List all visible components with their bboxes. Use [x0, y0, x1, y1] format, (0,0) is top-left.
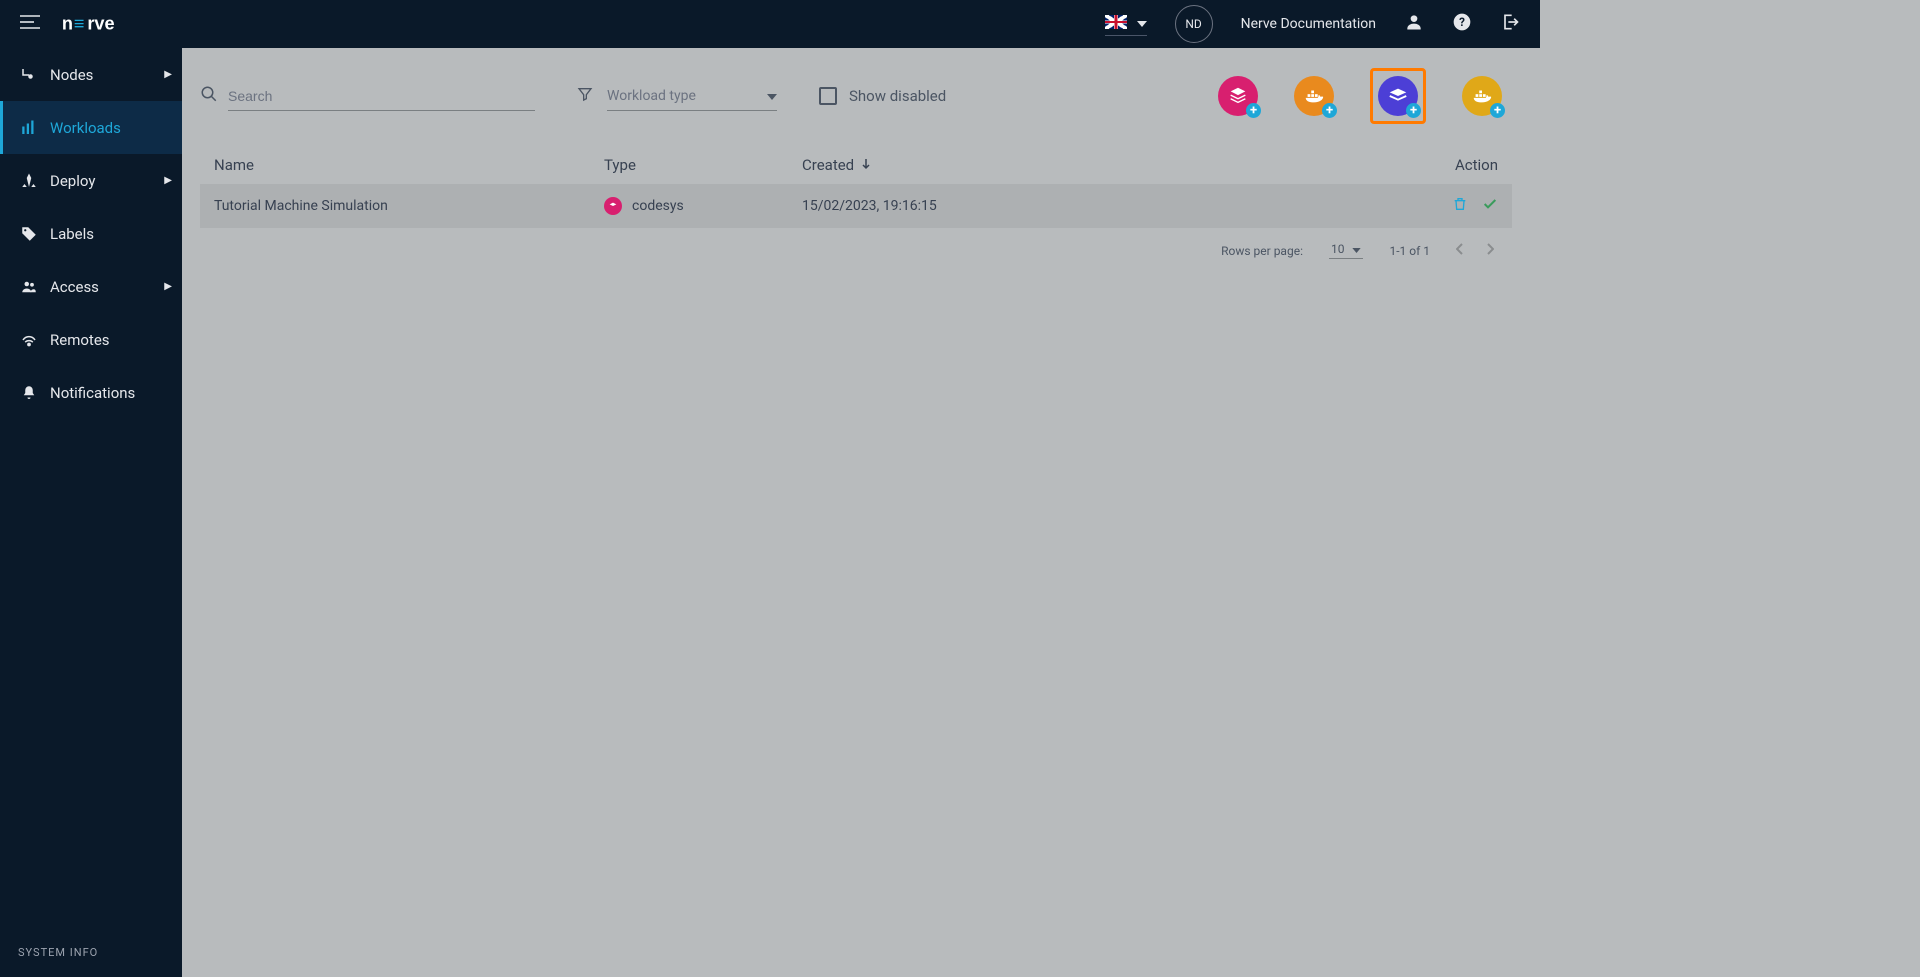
main-content: Workload type Show disabled +: [182, 48, 1540, 977]
cell-type: codesys: [632, 198, 684, 214]
help-icon[interactable]: ?: [1452, 12, 1472, 36]
add-compose-workload-button[interactable]: +: [1462, 76, 1502, 116]
svg-text:n: n: [62, 14, 73, 33]
checkbox-label: Show disabled: [849, 87, 946, 105]
column-created[interactable]: Created: [802, 156, 1418, 174]
column-action: Action: [1418, 156, 1498, 174]
filter-icon: [577, 86, 593, 106]
column-type[interactable]: Type: [604, 156, 802, 174]
sidebar-item-label: Labels: [50, 225, 94, 243]
highlighted-action: +: [1370, 68, 1426, 124]
workloads-icon: [18, 119, 40, 137]
sidebar-item-notifications[interactable]: Notifications: [0, 366, 182, 419]
show-disabled-checkbox[interactable]: Show disabled: [819, 87, 946, 105]
profile-icon[interactable]: [1404, 12, 1424, 36]
workloads-table: Name Type Created Action Tutorial Machin…: [200, 146, 1512, 228]
system-info-link[interactable]: SYSTEM INFO: [0, 928, 182, 977]
uk-flag-icon: [1105, 15, 1127, 29]
next-page-icon[interactable]: [1486, 243, 1494, 258]
svg-text:rve: rve: [87, 14, 114, 33]
svg-text:?: ?: [1459, 15, 1465, 29]
chevron-right-icon: ▶: [164, 69, 172, 80]
chevron-down-icon: [767, 88, 777, 104]
select-placeholder: Workload type: [607, 88, 696, 104]
access-icon: [18, 278, 40, 296]
chevron-right-icon: ▶: [164, 281, 172, 292]
sidebar-item-label: Notifications: [50, 384, 135, 402]
cell-name: Tutorial Machine Simulation: [214, 198, 604, 214]
confirm-icon[interactable]: [1482, 196, 1498, 216]
chevron-down-icon: [1137, 12, 1147, 31]
plus-badge-icon: +: [1322, 103, 1337, 118]
plus-badge-icon: +: [1246, 103, 1261, 118]
add-vm-workload-button[interactable]: +: [1378, 76, 1418, 116]
chevron-right-icon: ▶: [164, 175, 172, 186]
add-codesys-workload-button[interactable]: +: [1218, 76, 1258, 116]
sidebar-item-nodes[interactable]: Nodes ▶: [0, 48, 182, 101]
sidebar-item-labels[interactable]: Labels: [0, 207, 182, 260]
prev-page-icon[interactable]: [1456, 243, 1464, 258]
sidebar-item-workloads[interactable]: Workloads: [0, 101, 182, 154]
sidebar-item-label: Deploy: [50, 172, 95, 190]
sidebar-item-label: Nodes: [50, 66, 93, 84]
documentation-link[interactable]: Nerve Documentation: [1241, 16, 1376, 32]
sidebar: Nodes ▶ Workloads Deploy ▶ Labels: [0, 48, 182, 977]
pagination: Rows per page: 10 1-1 of 1: [200, 242, 1512, 259]
delete-icon[interactable]: [1452, 196, 1468, 216]
sort-down-icon: [860, 156, 872, 174]
sidebar-item-label: Access: [50, 278, 99, 296]
svg-text:≡: ≡: [74, 14, 84, 33]
labels-icon: [18, 225, 40, 243]
sidebar-item-label: Workloads: [50, 119, 121, 137]
brand-logo: n≡rve: [58, 14, 144, 34]
add-docker-workload-button[interactable]: +: [1294, 76, 1334, 116]
deploy-icon: [18, 172, 40, 190]
nodes-icon: [18, 66, 40, 84]
search-icon: [200, 85, 218, 107]
menu-toggle-icon[interactable]: [20, 14, 40, 34]
rows-per-page-select[interactable]: 10: [1329, 242, 1364, 259]
search-input[interactable]: [228, 82, 535, 111]
app-header: n≡rve ND Nerve Documentation ?: [0, 0, 1540, 48]
workload-type-select[interactable]: Workload type: [607, 82, 777, 111]
codesys-type-icon: [604, 197, 622, 215]
rows-per-page-label: Rows per page:: [1221, 244, 1303, 258]
table-header: Name Type Created Action: [200, 146, 1512, 184]
user-avatar[interactable]: ND: [1175, 5, 1213, 43]
page-range: 1-1 of 1: [1389, 244, 1430, 258]
column-name[interactable]: Name: [214, 156, 604, 174]
table-row[interactable]: Tutorial Machine Simulation codesys 15/0…: [200, 184, 1512, 228]
toolbar: Workload type Show disabled +: [200, 66, 1512, 126]
column-created-label: Created: [802, 156, 854, 174]
sidebar-item-label: Remotes: [50, 331, 110, 349]
chevron-down-icon: [1352, 242, 1361, 256]
checkbox-icon: [819, 87, 837, 105]
cell-created: 15/02/2023, 19:16:15: [802, 198, 1418, 214]
plus-badge-icon: +: [1490, 103, 1505, 118]
language-selector[interactable]: [1105, 12, 1147, 36]
sidebar-item-access[interactable]: Access ▶: [0, 260, 182, 313]
logout-icon[interactable]: [1500, 12, 1520, 36]
rows-value: 10: [1331, 242, 1345, 256]
avatar-initials: ND: [1185, 17, 1201, 31]
sidebar-item-remotes[interactable]: Remotes: [0, 313, 182, 366]
remotes-icon: [18, 331, 40, 349]
plus-badge-icon: +: [1406, 103, 1421, 118]
sidebar-item-deploy[interactable]: Deploy ▶: [0, 154, 182, 207]
notifications-icon: [18, 384, 40, 402]
